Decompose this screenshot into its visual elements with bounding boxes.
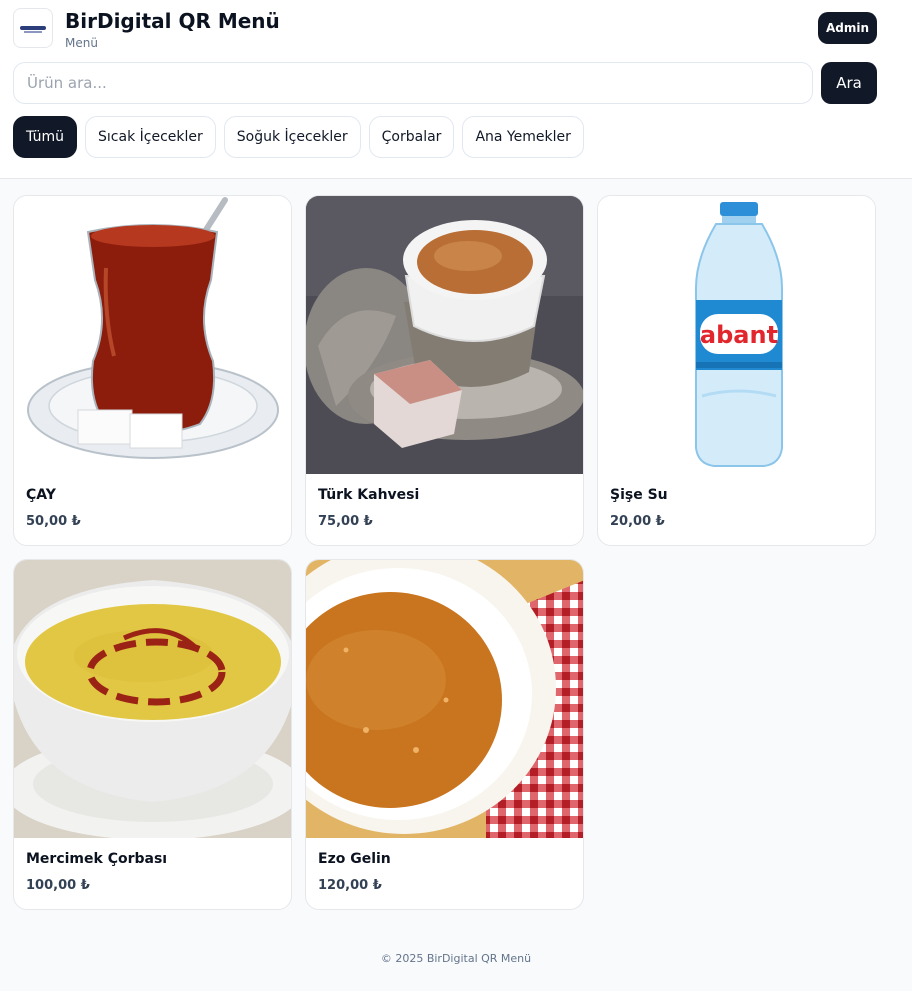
category-tab-hot-drinks[interactable]: Sıcak İçecekler (85, 116, 216, 158)
product-image-tea (14, 196, 291, 474)
brand-logo[interactable] (13, 8, 53, 48)
product-price: 100,00 ₺ (26, 878, 90, 893)
product-card[interactable]: ÇAY 50,00 ₺ (13, 195, 292, 546)
page-header: BirDigital QR Menü Menü Admin Ara Tümü S… (0, 0, 912, 179)
product-name: Mercimek Çorbası (26, 851, 168, 867)
brand-subtitle: Menü (65, 36, 98, 50)
product-image-water-bottle: abant (598, 196, 875, 474)
category-tab-all[interactable]: Tümü (13, 116, 78, 158)
product-card[interactable]: Türk Kahvesi 75,00 ₺ (305, 195, 584, 546)
product-price: 20,00 ₺ (610, 514, 665, 529)
product-name: Türk Kahvesi (318, 487, 420, 503)
footer-copyright: © 2025 BirDigital QR Menü (380, 952, 532, 965)
product-image-ezogelin-soup (306, 560, 583, 838)
category-tab-soups[interactable]: Çorbalar (368, 116, 455, 158)
product-image-lentil-soup (14, 560, 291, 838)
search-input[interactable] (13, 62, 813, 104)
product-price: 50,00 ₺ (26, 514, 81, 529)
product-card[interactable]: Mercimek Çorbası 100,00 ₺ (13, 559, 292, 910)
product-card[interactable]: Ezo Gelin 120,00 ₺ (305, 559, 584, 910)
product-card[interactable]: abant Şişe Su 20,00 ₺ (597, 195, 876, 546)
category-tab-cold-drinks[interactable]: Soğuk İçecekler (223, 116, 361, 158)
search-button[interactable]: Ara (821, 62, 877, 104)
category-tab-main-dishes[interactable]: Ana Yemekler (462, 116, 584, 158)
product-price: 120,00 ₺ (318, 878, 382, 893)
admin-button[interactable]: Admin (818, 12, 877, 44)
product-name: Şişe Su (610, 487, 668, 503)
logo-mark-icon (20, 26, 46, 33)
product-name: Ezo Gelin (318, 851, 391, 867)
product-name: ÇAY (26, 487, 56, 503)
brand-title: BirDigital QR Menü (65, 9, 280, 33)
product-image-turkish-coffee (306, 196, 583, 474)
category-tabs: Tümü Sıcak İçecekler Soğuk İçecekler Çor… (13, 116, 584, 158)
svg-text:abant: abant (700, 321, 778, 349)
product-price: 75,00 ₺ (318, 514, 373, 529)
